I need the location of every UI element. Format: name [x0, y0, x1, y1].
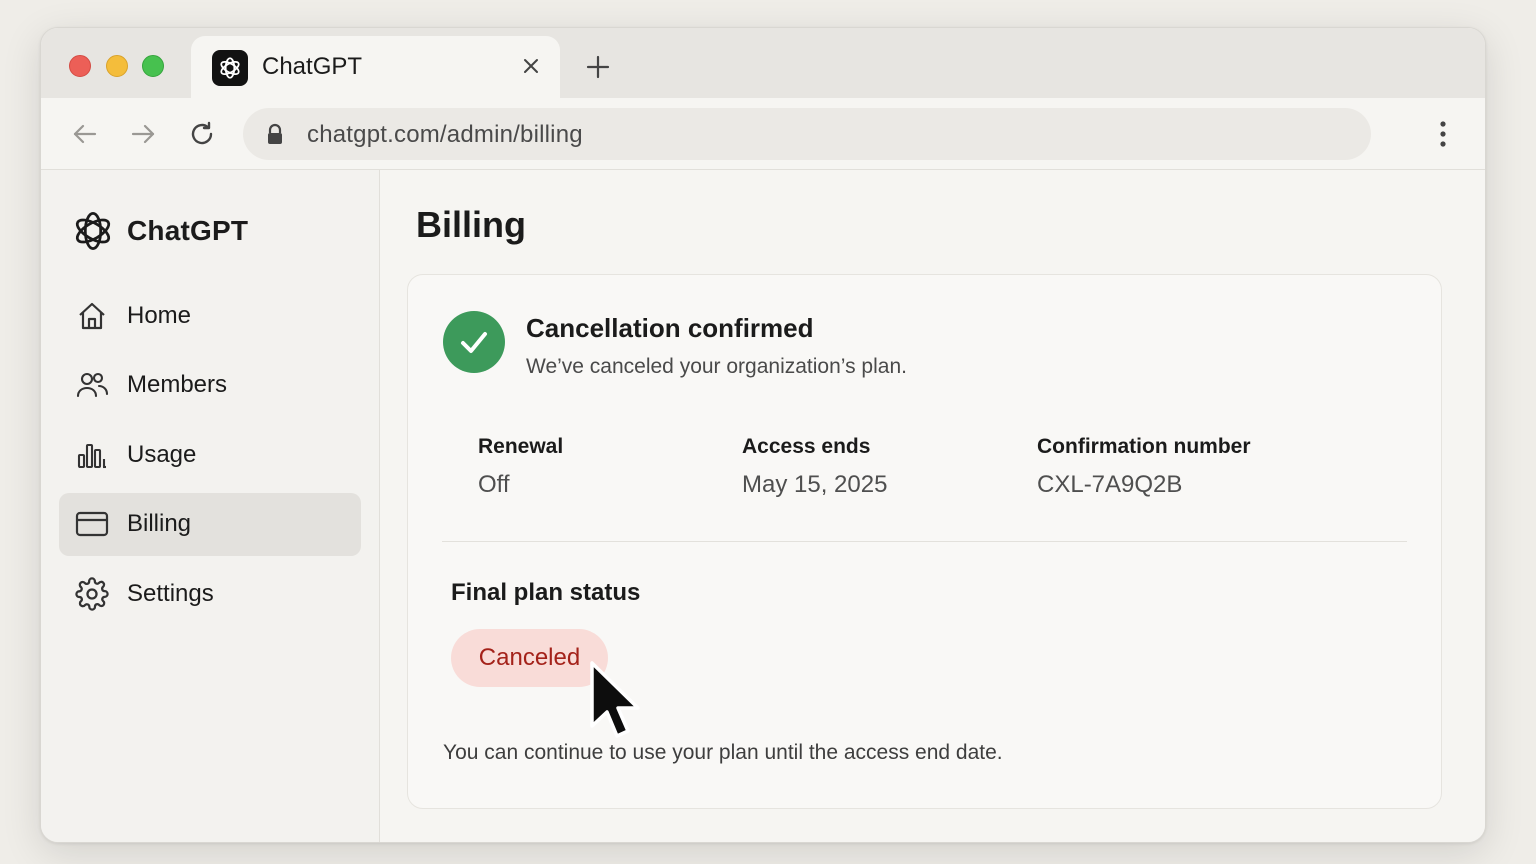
sidebar-item-home[interactable]: Home: [59, 284, 361, 347]
sidebar-item-label: Settings: [127, 579, 214, 607]
forward-arrow-icon[interactable]: [127, 118, 159, 150]
check-circle-icon: [443, 311, 505, 373]
back-arrow-icon[interactable]: [69, 118, 101, 150]
brand[interactable]: ChatGPT: [71, 208, 248, 254]
billing-card: Cancellation confirmed We’ve canceled yo…: [407, 274, 1442, 809]
close-window-button[interactable]: [69, 55, 91, 77]
brand-name: ChatGPT: [127, 215, 249, 246]
browser-window: ChatGPT chatgpt.com/admin/billing ChatGP…: [40, 27, 1486, 843]
lock-icon: [263, 122, 287, 146]
access-footnote: You can continue to use your plan until …: [443, 741, 1003, 764]
home-icon: [75, 299, 109, 333]
divider: [442, 541, 1407, 542]
gear-icon: [75, 576, 109, 611]
tab-title: ChatGPT: [262, 53, 363, 80]
usage-icon: [75, 438, 109, 472]
renewal-label: Renewal: [478, 435, 564, 458]
maximize-window-button[interactable]: [142, 55, 164, 77]
final-plan-status-label: Final plan status: [451, 579, 641, 606]
minimize-window-button[interactable]: [106, 55, 128, 77]
sidebar-item-usage[interactable]: Usage: [59, 423, 361, 486]
sidebar-nav: Home Members Usage Billing Settings: [59, 284, 361, 632]
confirmation-number-value: CXL-7A9Q2B: [1037, 471, 1183, 498]
renewal-info: Renewal Off: [478, 435, 563, 499]
url-text: chatgpt.com/admin/billing: [307, 121, 583, 148]
members-icon: [75, 368, 109, 402]
openai-logo-icon: [75, 212, 111, 250]
main-content: Billing Cancellation confirmed We’ve can…: [381, 170, 1485, 842]
mouse-cursor-icon: [590, 661, 640, 738]
access-ends-info: Access ends May 15, 2025: [742, 435, 887, 499]
browser-toolbar: chatgpt.com/admin/billing: [41, 98, 1485, 170]
billing-icon: [75, 507, 109, 541]
tab-strip: ChatGPT: [41, 28, 1485, 98]
sidebar-item-label: Billing: [127, 510, 192, 537]
confirmation-number-info: Confirmation number CXL-7A9Q2B: [1037, 435, 1251, 499]
new-tab-plus-icon[interactable]: [581, 50, 615, 84]
confirmation-subtitle: We’ve canceled your organization’s plan.: [526, 355, 907, 378]
close-tab-icon[interactable]: [518, 53, 544, 79]
access-ends-label: Access ends: [742, 435, 871, 458]
page-title: Billing: [416, 204, 526, 245]
reload-icon[interactable]: [186, 118, 218, 150]
sidebar-item-billing[interactable]: Billing: [59, 492, 361, 556]
sidebar-item-label: Home: [127, 301, 192, 329]
openai-logo-icon: [212, 50, 248, 86]
status-badge[interactable]: Canceled: [451, 629, 608, 687]
address-bar[interactable]: chatgpt.com/admin/billing: [243, 108, 1371, 160]
confirmation-number-label: Confirmation number: [1037, 435, 1251, 458]
more-options-icon[interactable]: [1427, 118, 1459, 150]
browser-tab[interactable]: ChatGPT: [191, 36, 560, 98]
renewal-value: Off: [478, 471, 510, 498]
sidebar-item-members[interactable]: Members: [59, 354, 361, 417]
sidebar-item-label: Members: [127, 371, 228, 398]
confirmation-title: Cancellation confirmed: [526, 313, 814, 343]
access-ends-value: May 15, 2025: [742, 471, 888, 498]
sidebar: ChatGPT Home Members Usage Billing Setti…: [41, 170, 380, 842]
sidebar-item-label: Usage: [127, 440, 197, 468]
sidebar-item-settings[interactable]: Settings: [59, 562, 361, 625]
